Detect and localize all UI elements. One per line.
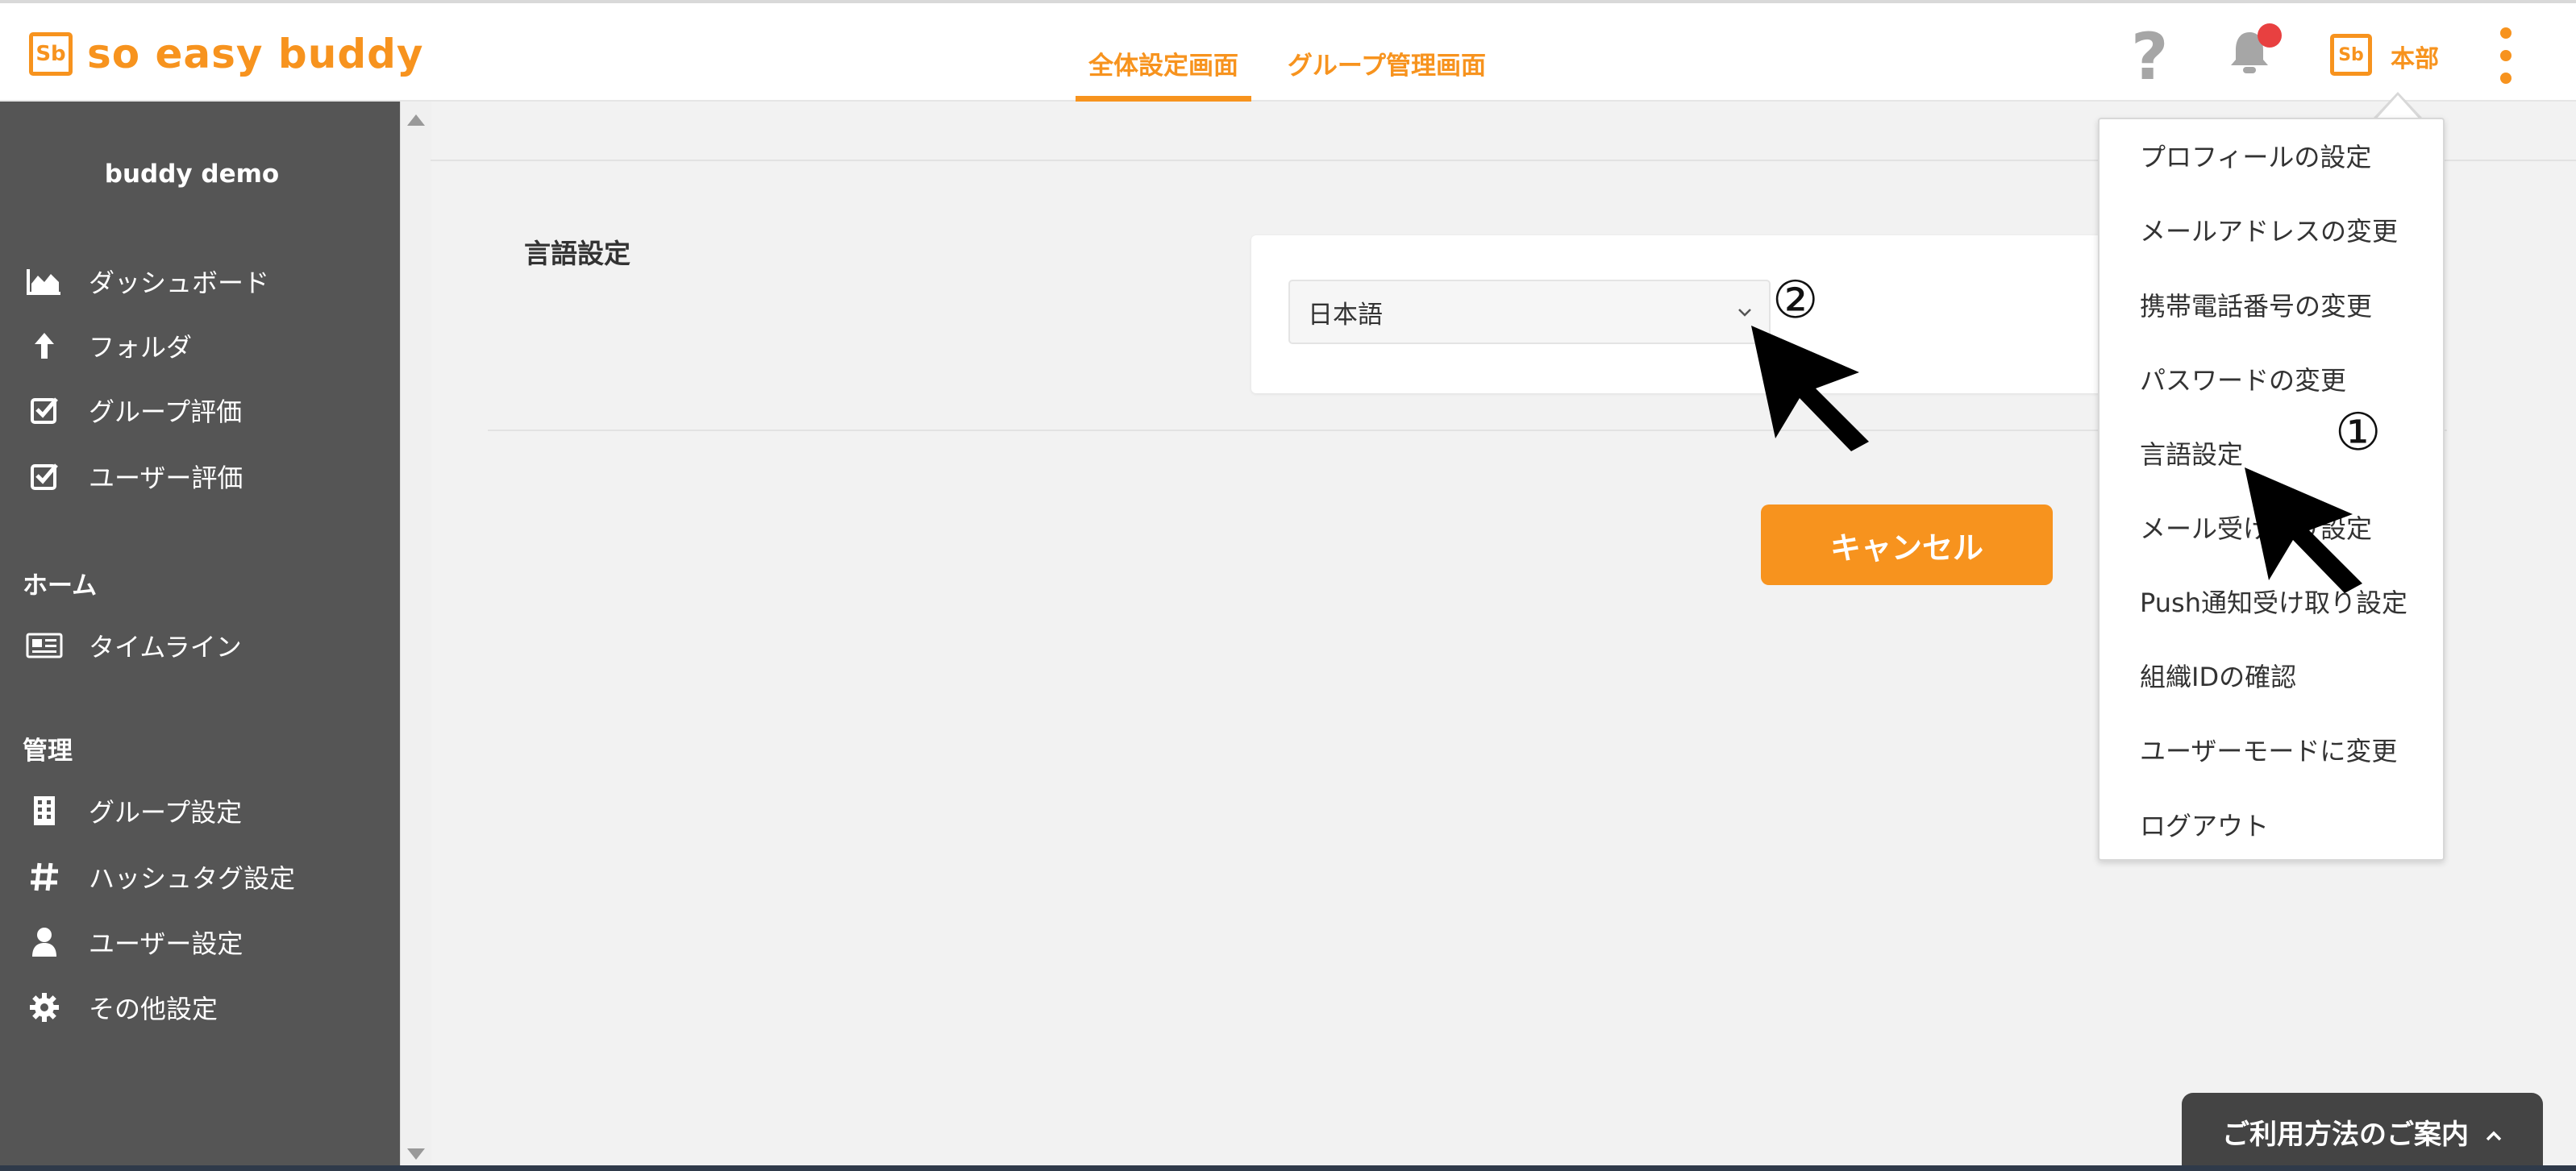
scroll-down-arrow-icon[interactable] — [407, 1148, 425, 1160]
usage-guide-tab[interactable]: ご利用方法のご案内 — [2182, 1093, 2543, 1171]
menu-item-language-settings[interactable]: 言語設定 — [2140, 434, 2243, 471]
dropdown-caret-inner — [2376, 95, 2420, 119]
sidebar-item-label: ダッシュボード — [89, 268, 270, 298]
sidebar-item-label: グループ評価 — [89, 397, 243, 427]
sidebar-item-label: ユーザー設定 — [89, 928, 243, 959]
scroll-up-arrow-icon[interactable] — [407, 114, 425, 126]
sidebar-item-label: ユーザー評価 — [89, 463, 243, 493]
user-icon — [24, 922, 65, 962]
kebab-menu-icon[interactable] — [2496, 27, 2516, 84]
org-logo[interactable]: Sb — [2330, 34, 2372, 76]
newspaper-icon — [24, 625, 65, 666]
org-name[interactable]: 本部 — [2391, 39, 2439, 74]
app-logo[interactable]: Sb so easy buddy — [29, 27, 424, 81]
sidebar-item-label: ハッシュタグ設定 — [89, 863, 296, 894]
sidebar: buddy demo ダッシュボード フォルダ グループ評価 ユーザー評価 ホー… — [0, 102, 400, 1171]
check-square-icon — [24, 390, 65, 430]
app-logo-text: so easy buddy — [87, 31, 424, 77]
sidebar-item-user-evaluation[interactable]: ユーザー評価 — [24, 452, 243, 500]
cursor-arrow-icon — [2245, 467, 2362, 593]
sidebar-item-folder[interactable]: フォルダ — [24, 322, 192, 370]
check-square-icon — [24, 456, 65, 496]
usage-guide-label: ご利用方法のご案内 — [2222, 1119, 2469, 1151]
cancel-button[interactable]: キャンセル — [1761, 505, 2053, 585]
sidebar-item-other-settings[interactable]: その他設定 — [24, 983, 218, 1032]
menu-item-change-email[interactable]: メールアドレスの変更 — [2140, 211, 2398, 248]
step-marker-2: ② — [1772, 271, 1819, 330]
arrow-up-icon — [24, 326, 65, 366]
language-select-value: 日本語 — [1308, 300, 1383, 330]
window-bottom-bar — [0, 1165, 2576, 1171]
menu-item-change-phone[interactable]: 携帯電話番号の変更 — [2140, 286, 2372, 323]
cursor-arrow-icon — [1751, 326, 1869, 451]
language-settings-label: 言語設定 — [524, 238, 630, 269]
sidebar-item-label: その他設定 — [89, 994, 218, 1024]
sidebar-item-timeline[interactable]: タイムライン — [24, 621, 242, 670]
step-marker-1: ① — [2335, 403, 2382, 463]
sidebar-item-label: タイムライン — [89, 632, 242, 662]
sidebar-item-hashtag-settings[interactable]: ハッシュタグ設定 — [24, 853, 295, 901]
chevron-down-icon — [1738, 309, 1751, 317]
menu-item-change-password[interactable]: パスワードの変更 — [2140, 360, 2346, 397]
hashtag-icon — [24, 857, 65, 897]
language-select[interactable]: 日本語 — [1288, 280, 1771, 344]
gear-icon — [24, 987, 65, 1028]
sidebar-item-group-evaluation[interactable]: グループ評価 — [24, 386, 242, 434]
sidebar-item-dashboard[interactable]: ダッシュボード — [24, 257, 269, 305]
sidebar-item-label: フォルダ — [89, 332, 193, 363]
sidebar-section-admin: 管理 — [23, 737, 73, 766]
sidebar-scrollbar[interactable] — [400, 102, 431, 1171]
sidebar-item-label: グループ設定 — [89, 797, 243, 828]
menu-item-profile-settings[interactable]: プロフィールの設定 — [2140, 137, 2371, 174]
menu-item-user-mode[interactable]: ユーザーモードに変更 — [2140, 731, 2397, 768]
help-icon[interactable]: ? — [2131, 19, 2168, 94]
sidebar-item-group-settings[interactable]: グループ設定 — [24, 787, 242, 835]
app-logo-mark: Sb — [29, 32, 73, 76]
sidebar-org-name: buddy demo — [104, 160, 280, 189]
chart-area-icon — [24, 261, 65, 301]
tab-global-settings[interactable]: 全体設定画面 — [1076, 35, 1251, 102]
top-header: Sb so easy buddy 全体設定画面 グループ管理画面 ? Sb 本部 — [0, 0, 2576, 102]
building-icon — [24, 791, 65, 831]
sidebar-item-user-settings[interactable]: ユーザー設定 — [24, 918, 243, 966]
tab-group-management[interactable]: グループ管理画面 — [1274, 35, 1500, 102]
menu-item-org-id[interactable]: 組織IDの確認 — [2140, 657, 2296, 694]
menu-item-logout[interactable]: ログアウト — [2140, 806, 2269, 843]
sidebar-section-home: ホーム — [23, 571, 98, 600]
notification-badge — [2258, 23, 2282, 48]
chevron-up-icon — [2486, 1131, 2502, 1140]
